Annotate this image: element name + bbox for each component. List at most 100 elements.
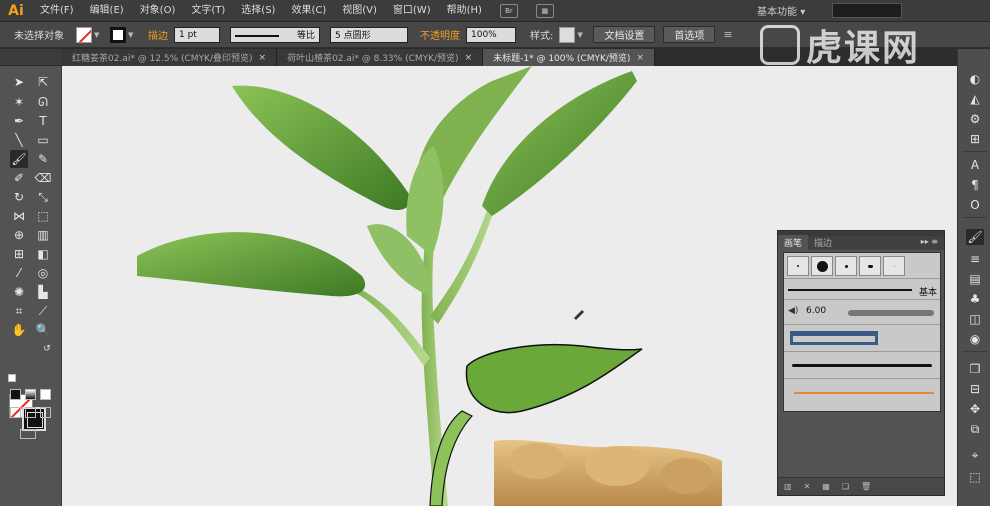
column-graph-tool-icon[interactable]: ▙	[34, 283, 52, 301]
remove-brush-stroke-icon[interactable]: ✕	[804, 482, 811, 491]
shape-builder-tool-icon[interactable]: ⊕	[10, 226, 28, 244]
character-panel-icon[interactable]: A	[966, 157, 984, 173]
selection-tool-icon[interactable]: ➤	[10, 73, 28, 91]
swatches-panel-icon[interactable]: ⚙	[966, 111, 984, 127]
menu-window[interactable]: 窗口(W)	[385, 0, 439, 22]
transparency-panel-icon[interactable]: ◫	[966, 311, 984, 327]
transform-panel-icon[interactable]: ✥	[966, 401, 984, 417]
chevron-down-icon[interactable]: ▼	[128, 31, 136, 39]
width-tool-icon[interactable]: ⋈	[10, 207, 28, 225]
tab-document-1[interactable]: 红糖姜茶02.ai* @ 12.5% (CMYK/叠印预览) ×	[62, 49, 278, 66]
symbol-sprayer-tool-icon[interactable]: ✺	[10, 283, 28, 301]
perspective-grid-tool-icon[interactable]: ▥	[34, 226, 52, 244]
hand-tool-icon[interactable]: ✋	[10, 321, 28, 339]
close-icon[interactable]: ×	[465, 53, 473, 63]
new-brush-icon[interactable]: ❏	[842, 482, 849, 491]
close-icon[interactable]: ×	[259, 53, 267, 63]
color-guide-icon[interactable]: ◭	[966, 91, 984, 107]
brush-charcoal-row[interactable]: ◀) 6.00	[784, 301, 940, 325]
brushes-panel-icon[interactable]: 🖌	[966, 229, 984, 245]
magic-wand-tool-icon[interactable]: ✶	[10, 93, 28, 111]
color-panel-icon[interactable]: ◐	[966, 71, 984, 87]
free-transform-tool-icon[interactable]: ⬚	[34, 207, 52, 225]
opacity-label[interactable]: 不透明度	[420, 27, 460, 42]
menu-edit[interactable]: 编辑(E)	[82, 0, 132, 22]
search-input[interactable]	[832, 3, 902, 18]
brush-library-icon[interactable]: ▥	[784, 482, 792, 491]
brush-tip-dot[interactable]	[835, 256, 857, 276]
swap-fill-stroke-icon[interactable]: ↺	[38, 340, 56, 358]
menu-file[interactable]: 文件(F)	[32, 0, 82, 22]
tools-panel-header[interactable]	[0, 49, 61, 66]
brush-arrow-row[interactable]	[784, 380, 940, 406]
symbols-panel-icon[interactable]: ♣	[966, 291, 984, 307]
brush-tip-large[interactable]	[811, 256, 833, 276]
draw-behind-icon[interactable]	[25, 407, 36, 418]
pencil-tool-icon[interactable]: ✎	[34, 150, 52, 168]
chevron-down-icon[interactable]: ▼	[577, 31, 585, 39]
draw-normal-icon[interactable]	[10, 407, 21, 418]
zoom-tool-icon[interactable]: 🔍	[34, 321, 52, 339]
brush-list[interactable]: 基本 ◀) 6.00	[783, 252, 941, 412]
panel-menu-icon[interactable]: ▸▸ ≡	[921, 237, 938, 246]
panel-options-icon[interactable]: ≡	[723, 28, 737, 41]
pathfinder-panel-icon[interactable]: ⧉	[966, 421, 984, 437]
draw-inside-icon[interactable]	[40, 407, 51, 418]
paintbrush-tool-icon[interactable]: 🖌	[10, 150, 28, 168]
blob-brush-tool-icon[interactable]: ✐	[10, 169, 28, 187]
artboards-panel-icon[interactable]: ⬚	[966, 469, 984, 485]
navigator-panel-icon[interactable]: ⌖	[966, 447, 984, 463]
grid-panel-icon[interactable]: ⊞	[966, 131, 984, 147]
default-colors-icon[interactable]	[8, 374, 16, 382]
stroke-weight-field[interactable]: 1 pt	[174, 26, 220, 43]
gradient-mode-icon[interactable]	[25, 389, 36, 400]
opentype-panel-icon[interactable]: O	[966, 197, 984, 213]
brush-tip-calligraphic[interactable]	[859, 256, 881, 276]
eyedropper-tool-icon[interactable]: ⁄	[10, 264, 28, 282]
layers-panel-icon[interactable]: ❐	[966, 361, 984, 377]
color-mode-icon[interactable]	[10, 389, 21, 400]
brush-pattern-row[interactable]	[784, 326, 940, 352]
brush-basic-row[interactable]: 基本	[784, 280, 940, 300]
brush-tip-tiny[interactable]	[883, 256, 905, 276]
direct-selection-tool-icon[interactable]: ⇱	[34, 73, 52, 91]
brush-tip-small[interactable]	[787, 256, 809, 276]
appearance-panel-icon[interactable]: ◉	[966, 331, 984, 347]
pen-tool-icon[interactable]: ✒	[10, 112, 28, 130]
delete-brush-icon[interactable]: 🗑	[861, 482, 871, 491]
stroke-label[interactable]: 描边	[148, 27, 168, 42]
variable-width-profile[interactable]: 等比	[230, 26, 320, 43]
type-tool-icon[interactable]: T	[34, 112, 52, 130]
tab-document-3[interactable]: 未标题-1* @ 100% (CMYK/预览) ×	[483, 49, 655, 66]
slice-tool-icon[interactable]: ⟋	[34, 302, 52, 320]
line-tool-icon[interactable]: ╲	[10, 131, 28, 149]
none-mode-icon[interactable]	[40, 389, 51, 400]
paragraph-panel-icon[interactable]: ¶	[966, 177, 984, 193]
tab-stroke[interactable]: 描边	[808, 235, 838, 250]
workspace-switcher[interactable]: 基本功能 ▾	[757, 3, 805, 18]
tab-document-2[interactable]: 荷叶山楂茶02.ai* @ 8.33% (CMYK/预览) ×	[277, 49, 484, 66]
artboard-tool-icon[interactable]: ⌗	[10, 302, 28, 320]
close-icon[interactable]: ×	[636, 53, 644, 63]
menu-select[interactable]: 选择(S)	[233, 0, 283, 22]
opacity-field[interactable]: 100%	[466, 26, 516, 43]
fill-swatch[interactable]	[76, 26, 92, 43]
bridge-icon[interactable]: Br	[499, 3, 518, 18]
document-setup-button[interactable]: 文档设置	[593, 26, 656, 43]
mesh-tool-icon[interactable]: ⊞	[10, 245, 28, 263]
menu-effect[interactable]: 效果(C)	[283, 0, 334, 22]
preferences-button[interactable]: 首选项	[663, 26, 716, 43]
eraser-tool-icon[interactable]: ⌫	[34, 169, 52, 187]
rotate-tool-icon[interactable]: ↻	[10, 188, 28, 206]
blend-tool-icon[interactable]: ◎	[34, 264, 52, 282]
gradient-tool-icon[interactable]: ◧	[34, 245, 52, 263]
graphic-style-swatch[interactable]	[559, 26, 576, 43]
brush-definition-field[interactable]: 5 点圆形	[330, 26, 408, 43]
stroke-swatch[interactable]	[110, 26, 126, 43]
brush-options-icon[interactable]: ▦	[822, 482, 830, 491]
menu-type[interactable]: 文字(T)	[183, 0, 233, 22]
stroke-panel-icon[interactable]: ≡	[966, 251, 984, 267]
screen-mode-icon[interactable]	[20, 429, 36, 439]
align-panel-icon[interactable]: ⊟	[966, 381, 984, 397]
menu-object[interactable]: 对象(O)	[132, 0, 184, 22]
